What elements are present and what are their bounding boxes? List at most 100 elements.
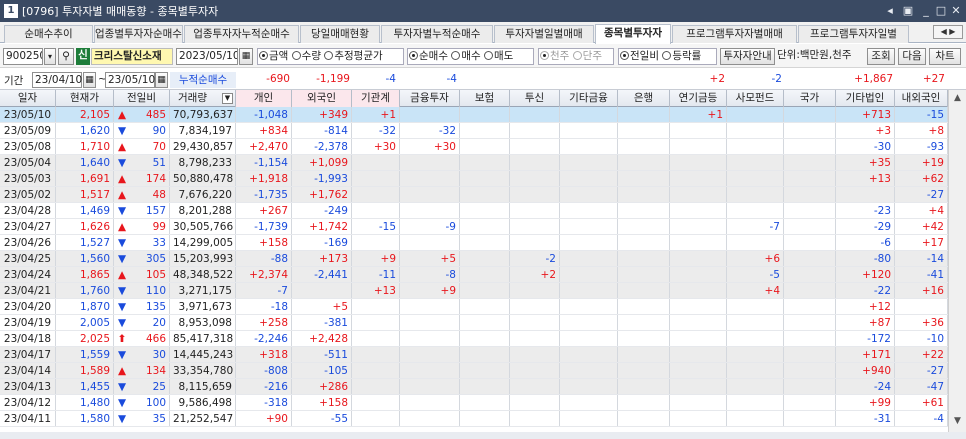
cell-pef: [727, 235, 784, 250]
radio-buy[interactable]: 매수: [451, 50, 481, 62]
col-individual[interactable]: 개인: [236, 90, 292, 107]
volume-dropdown-icon[interactable]: ▼: [222, 93, 233, 104]
col-pension[interactable]: 연기금등: [670, 90, 727, 107]
chevron-left-icon[interactable]: ◂: [882, 3, 898, 19]
table-row[interactable]: 23/04/21 1,760 ▼ 110 3,271,175 -7 +13 +9 +4 -22 +1…: [0, 283, 948, 299]
tab-stock-investor[interactable]: 종목별투자자: [595, 24, 671, 44]
col-other-finance[interactable]: 기타금융: [560, 90, 618, 107]
stock-code-input[interactable]: 900250: [3, 48, 43, 65]
table-row[interactable]: 23/04/19 2,005 ▼ 20 8,953,098 +258 -381 +87 +36: [0, 315, 948, 331]
investor-guide-button[interactable]: 투자자안내: [720, 48, 775, 65]
tab-program-investor-daily[interactable]: 프로그램투자자일별: [798, 25, 909, 43]
query-button[interactable]: 조회: [867, 48, 895, 65]
chart-button[interactable]: 차트: [929, 48, 961, 65]
cell-pension: +1: [670, 107, 727, 122]
col-date[interactable]: 일자: [0, 90, 56, 107]
cell-volume: 3,971,673: [170, 299, 236, 314]
table-row[interactable]: 23/04/11 1,580 ▼ 35 21,252,547 +90 -55 -31 -4: [0, 411, 948, 427]
cell-individual: +2,470: [236, 139, 292, 154]
table-row[interactable]: 23/05/03 1,691 ▲ 174 50,880,478 +1,918 -1,993 +…: [0, 171, 948, 187]
tab-industry-investor-cum[interactable]: 업종투자자누적순매수: [184, 25, 299, 43]
scroll-up-icon[interactable]: ▲: [949, 90, 966, 107]
cell-price: 2,025: [56, 331, 114, 346]
col-pef[interactable]: 사모펀드: [727, 90, 784, 107]
cell-insurance: [460, 203, 510, 218]
col-insurance[interactable]: 보험: [460, 90, 510, 107]
col-institution[interactable]: 기관계: [352, 90, 400, 107]
pin-icon[interactable]: ▣: [900, 3, 916, 19]
col-other-corp[interactable]: 기타법인: [836, 90, 895, 107]
unit-label: 단위:백만원,천주: [777, 49, 852, 61]
radio-sell[interactable]: 매도: [484, 50, 513, 62]
cell-other-finance: [560, 123, 618, 138]
cell-volume: 8,953,098: [170, 315, 236, 330]
search-icon[interactable]: ⚲: [58, 48, 74, 65]
table-row[interactable]: 23/04/14 1,589 ▲ 134 33,354,780 -808 -105 +940-…: [0, 363, 948, 379]
to-calendar-icon[interactable]: ▦: [155, 72, 168, 88]
window-number-icon[interactable]: 1: [4, 4, 18, 18]
table-row[interactable]: 23/04/28 1,469 ▼ 157 8,201,288 +267 -249 -23 +4: [0, 203, 948, 219]
cell-change: 35: [130, 411, 170, 426]
col-domestic-foreign[interactable]: 내외국인: [895, 90, 948, 107]
col-nation[interactable]: 국가: [784, 90, 836, 107]
radio-quantity[interactable]: 수량: [291, 50, 321, 62]
col-foreign[interactable]: 외국인: [292, 90, 352, 107]
down-arrow-icon: ▼: [114, 347, 130, 362]
table-row[interactable]: 23/04/25 1,560 ▼ 305 15,203,993 -88 +173 +9 +5 -2…: [0, 251, 948, 267]
cell-volume: 48,348,522: [170, 267, 236, 282]
radio-net-buy[interactable]: 순매수: [409, 50, 448, 62]
cell-insurance: [460, 123, 510, 138]
calendar-icon[interactable]: ▦: [239, 48, 253, 65]
table-row[interactable]: 23/04/18 2,025 ⬆ 466 85,417,318 -2,246 +2,428 -…: [0, 331, 948, 347]
table-row[interactable]: 23/05/02 1,517 ▲ 48 7,676,220 -1,735 +1,762 -27: [0, 187, 948, 203]
period-from-input[interactable]: 23/04/10: [32, 72, 82, 88]
cell-bank: [618, 331, 670, 346]
col-finance[interactable]: 금융투자: [400, 90, 460, 107]
table-row[interactable]: 23/04/26 1,527 ▼ 33 14,299,005 +158 -169 -6 +17: [0, 235, 948, 251]
code-dropdown-icon[interactable]: ▾: [44, 48, 56, 65]
radio-prev-diff[interactable]: 전일비: [620, 50, 659, 62]
next-button[interactable]: 다음: [898, 48, 926, 65]
table-row[interactable]: 23/05/10 2,105 ▲ 485 70,793,637 -1,048 +349 +1 +…: [0, 107, 948, 123]
stock-name[interactable]: 크리스탈신소재: [91, 48, 173, 65]
col-price[interactable]: 현재가: [56, 90, 114, 107]
cell-finance: [400, 411, 460, 426]
tab-industry-investor-net-buy[interactable]: 업종별투자자순매수: [94, 25, 183, 43]
radio-avg-price[interactable]: 추정평균가: [324, 50, 383, 62]
table-row[interactable]: 23/04/24 1,865 ▲ 105 48,348,522 +2,374 -2,441-…: [0, 267, 948, 283]
col-trust[interactable]: 투신: [510, 90, 560, 107]
cell-domestic-foreign: -15: [895, 107, 948, 122]
tab-daily-trade-status[interactable]: 당일매매현황: [300, 25, 380, 43]
table-row[interactable]: 23/05/04 1,640 ▼ 51 8,798,233 -1,154 +1,099 +35…: [0, 155, 948, 171]
radio-amount[interactable]: 금액: [259, 50, 288, 62]
table-row[interactable]: 23/04/17 1,559 ▼ 30 14,445,243 +318 -511 +171 +2…: [0, 347, 948, 363]
tab-scroll-arrows[interactable]: ◀ ▶: [933, 25, 963, 39]
maximize-icon[interactable]: □: [933, 3, 949, 19]
close-icon[interactable]: ✕: [948, 3, 964, 19]
table-row[interactable]: 23/04/27 1,626 ▲ 99 30,505,766 -1,739 +1,742 -1…: [0, 219, 948, 235]
table-row[interactable]: 23/04/13 1,455 ▼ 25 8,115,659 -216 +286 -24 -47: [0, 379, 948, 395]
tab-net-buy-trend[interactable]: 순매수추이: [4, 25, 93, 43]
cell-other-corp: +35: [836, 155, 895, 170]
table-row[interactable]: 23/05/08 1,710 ▲ 70 29,430,857 +2,470 -2,378 +3…: [0, 139, 948, 155]
col-change[interactable]: 전일비: [114, 90, 170, 107]
period-to-input[interactable]: 23/05/10: [105, 72, 155, 88]
tab-investor-cum-net-buy[interactable]: 투자자별누적순매수: [381, 25, 493, 43]
table-row[interactable]: 23/04/12 1,480 ▼ 100 9,586,498 -318 +158 +99 +61: [0, 395, 948, 411]
radio-change-rate[interactable]: 등락률: [662, 50, 701, 62]
col-bank[interactable]: 은행: [618, 90, 670, 107]
minimize-icon[interactable]: _: [918, 3, 934, 19]
cell-other-finance: [560, 331, 618, 346]
tab-program-investor-trade[interactable]: 프로그램투자자별매매: [672, 25, 797, 43]
date-input[interactable]: 2023/05/10: [176, 48, 238, 65]
table-row[interactable]: 23/04/20 1,870 ▼ 135 3,971,673 -18 +5 +12: [0, 299, 948, 315]
tab-investor-daily-trade[interactable]: 투자자별일별매매: [494, 25, 594, 43]
radio-single-shares[interactable]: 단주: [572, 50, 602, 62]
from-calendar-icon[interactable]: ▦: [83, 72, 96, 88]
vertical-scrollbar[interactable]: ▲ ▼: [948, 90, 966, 432]
table-row[interactable]: 23/05/09 1,620 ▼ 90 7,834,197 +834 -814 -32 -32 +…: [0, 123, 948, 139]
radio-thousand-shares[interactable]: 천주: [540, 50, 569, 62]
cell-other-corp: -80: [836, 251, 895, 266]
scroll-down-icon[interactable]: ▼: [949, 413, 966, 430]
cell-price: 1,870: [56, 299, 114, 314]
